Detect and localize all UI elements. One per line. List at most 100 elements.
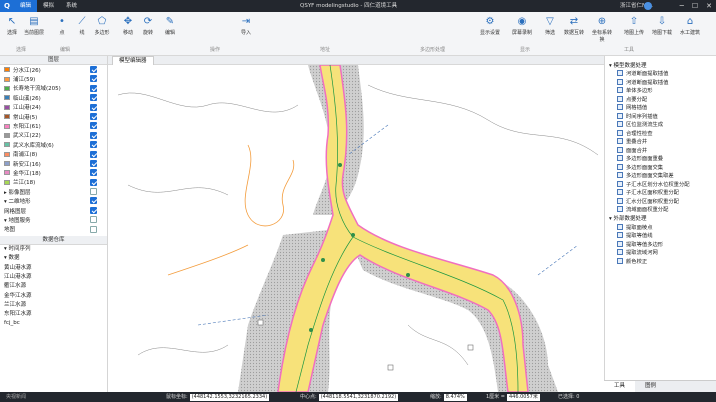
layer-row[interactable]: 新安江(16) [0, 159, 107, 168]
tool-item[interactable]: 多边形面面交集取差 [605, 171, 716, 180]
layer-row[interactable]: 长寿地干流域(205) [0, 84, 107, 93]
layer-row[interactable]: 武义江(22) [0, 131, 107, 140]
layer-visibility-checkbox[interactable] [90, 112, 97, 120]
layer-visibility-checkbox[interactable] [90, 103, 97, 111]
tree-item[interactable]: 黄山港水源 [4, 264, 107, 273]
tool-category[interactable]: ▾ 外部数据处理 [605, 214, 716, 223]
close-icon[interactable]: ✕ [706, 0, 712, 12]
line-button[interactable]: ⟋ 线 [72, 15, 92, 36]
tool-item[interactable]: 流域面面权重分配 [605, 205, 716, 214]
layer-row[interactable]: 金华江(18) [0, 168, 107, 177]
station-marker[interactable] [321, 258, 325, 262]
layer-visibility-checkbox[interactable] [90, 197, 97, 205]
tool-item[interactable]: 颜色校正 [605, 257, 716, 266]
layer-row[interactable]: ▸ 影像图层 [0, 187, 107, 196]
layer-visibility-checkbox[interactable] [90, 188, 97, 196]
filter-button[interactable]: ▽ 筛选 [540, 15, 560, 36]
tab-tools[interactable]: 工具 [604, 381, 636, 392]
tool-item[interactable]: 河道断面提取插值 [605, 69, 716, 78]
select-button[interactable]: ↖ 选择 [2, 15, 22, 36]
scale-value[interactable]: 8.474% [443, 394, 467, 401]
tree-item[interactable]: 衢江水源 [4, 282, 107, 291]
tool-item[interactable]: 合理性检查 [605, 129, 716, 138]
tool-item[interactable]: 提取等值多边形 [605, 240, 716, 249]
layer-row[interactable]: ▾ 地图服务 [0, 215, 107, 224]
station-marker[interactable] [338, 163, 342, 167]
station-marker[interactable] [351, 233, 355, 237]
layer-row[interactable]: ▾ 二维地形 [0, 196, 107, 205]
structure-marker[interactable] [467, 344, 474, 351]
layer-visibility-checkbox[interactable] [90, 94, 97, 102]
tool-category[interactable]: ▾ 模型数据处理 [605, 60, 716, 69]
tree-item[interactable]: 江山港水源 [4, 273, 107, 282]
tree-item[interactable]: fcj_bc [4, 319, 107, 328]
crs-convert-button[interactable]: ⊕ 坐标系转换 [592, 15, 612, 43]
map-upload-button[interactable]: ⇧ 地图上传 [624, 15, 644, 36]
tool-item[interactable]: 河道断面提取插值 [605, 78, 716, 87]
layer-row[interactable]: 兰江(18) [0, 178, 107, 187]
layer-visibility-checkbox[interactable] [90, 150, 97, 158]
layer-row[interactable]: 网格图层 [0, 206, 107, 215]
tool-item[interactable]: 汇水分区面积权重分配 [605, 197, 716, 206]
tool-item[interactable]: 点要分配 [605, 95, 716, 104]
rotate-button[interactable]: ⟳ 旋转 [138, 15, 158, 36]
station-marker[interactable] [406, 273, 410, 277]
hydraulic-button[interactable]: ⌂ 水工建筑 [680, 15, 700, 36]
tool-item[interactable]: 单体多边形 [605, 86, 716, 95]
layer-row[interactable]: 东阳江(61) [0, 121, 107, 130]
layer-row[interactable]: 南浦江(8) [0, 150, 107, 159]
menu-system[interactable]: 系统 [60, 0, 83, 12]
menu-simulate[interactable]: 模拟 [37, 0, 60, 12]
polygon-button[interactable]: ⬠ 多边形 [92, 15, 112, 36]
station-marker[interactable] [309, 328, 313, 332]
point-button[interactable]: • 点 [52, 15, 72, 36]
avatar[interactable] [644, 2, 652, 10]
tool-item[interactable]: 提取面棱点 [605, 223, 716, 232]
tool-item[interactable]: 多边形面面重叠 [605, 154, 716, 163]
tool-item[interactable]: 多边形面面交集 [605, 163, 716, 172]
maximize-icon[interactable]: ☐ [692, 0, 698, 12]
layer-visibility-checkbox[interactable] [90, 75, 97, 83]
data-convert-button[interactable]: ⇄ 数据互转 [564, 15, 584, 36]
tool-item[interactable]: 提取流域河网 [605, 248, 716, 257]
layer-visibility-checkbox[interactable] [90, 122, 97, 130]
tree-item[interactable]: 东阳江水源 [4, 310, 107, 319]
layer-row[interactable]: 常山港(5) [0, 112, 107, 121]
tree-item[interactable]: ▾ 数据 [4, 254, 107, 263]
layer-visibility-checkbox[interactable] [90, 169, 97, 177]
map-window[interactable]: 模型编辑器 [108, 56, 604, 392]
layer-visibility-checkbox[interactable] [90, 141, 97, 149]
display-settings-button[interactable]: ⚙ 显示设置 [480, 15, 500, 36]
menu-edit[interactable]: 编辑 [14, 0, 38, 12]
layer-row[interactable]: 临山溪(26) [0, 93, 107, 102]
layer-row[interactable]: 分水江(26) [0, 65, 107, 74]
layer-visibility-checkbox[interactable] [90, 225, 97, 233]
move-button[interactable]: ✥ 移动 [118, 15, 138, 36]
tool-item[interactable]: 区位监测流生成 [605, 120, 716, 129]
tool-item[interactable]: 面面合并 [605, 146, 716, 155]
current-layer-button[interactable]: ▤ 当前图层 [24, 15, 44, 36]
map-download-button[interactable]: ⇩ 地图下载 [652, 15, 672, 36]
tool-item[interactable]: 子汇水区面积权重分配 [605, 188, 716, 197]
tool-item[interactable]: 子汇水区划分水位权重分配 [605, 180, 716, 189]
tool-item[interactable]: 网格插值 [605, 103, 716, 112]
tool-item[interactable]: 时间序列插值 [605, 112, 716, 121]
import-button[interactable]: ⇥ 导入 [236, 15, 256, 36]
tool-item[interactable]: 提取等值线 [605, 231, 716, 240]
tree-item[interactable]: 兰江水源 [4, 301, 107, 310]
layer-visibility-checkbox[interactable] [90, 66, 97, 73]
tool-item[interactable]: 重叠合并 [605, 137, 716, 146]
layer-visibility-checkbox[interactable] [90, 131, 97, 139]
layer-visibility-checkbox[interactable] [90, 206, 97, 214]
layer-visibility-checkbox[interactable] [90, 159, 97, 167]
layer-row[interactable]: 江山港(24) [0, 103, 107, 112]
layer-row[interactable]: 地图 [0, 225, 107, 234]
layer-row[interactable]: 武义水库流域(6) [0, 140, 107, 149]
layer-visibility-checkbox[interactable] [90, 216, 97, 224]
minimize-icon[interactable]: ─ [680, 0, 684, 12]
tab-model-editor[interactable]: 模型编辑器 [112, 56, 154, 65]
edit-button[interactable]: ✎ 编辑 [160, 15, 180, 36]
tab-legend[interactable]: 图例 [635, 381, 666, 392]
structure-marker[interactable] [387, 364, 394, 371]
map-canvas[interactable] [108, 65, 604, 392]
